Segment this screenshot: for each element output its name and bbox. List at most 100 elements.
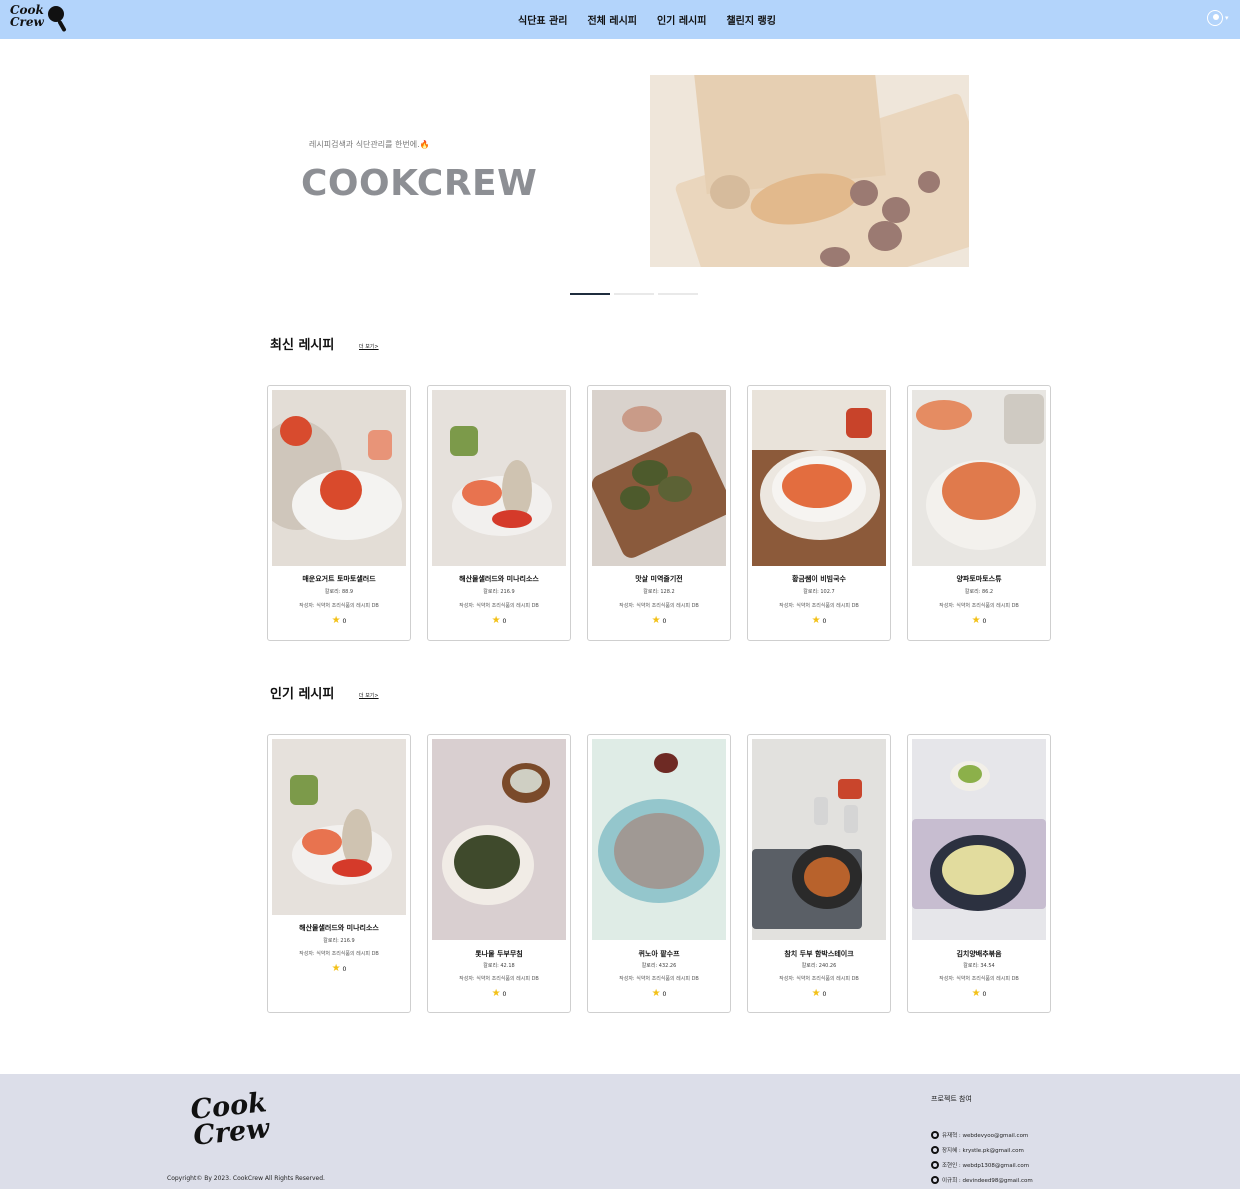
noodle-shape [782, 464, 852, 508]
recipe-rating: ★ 0 [651, 615, 667, 626]
github-icon [931, 1160, 939, 1169]
steak-shape [804, 857, 850, 897]
latest-recipe-list: 매운요거트 토마토샐러드 칼로리: 88.9 작성자: 식약처 조리식품의 레시… [267, 385, 1051, 641]
recipe-calories: 칼로리: 128.2 [643, 589, 675, 595]
recipe-card[interactable]: 매운요거트 토마토샐러드 칼로리: 88.9 작성자: 식약처 조리식품의 레시… [267, 385, 411, 641]
recipe-calories: 칼로리: 34.54 [963, 963, 995, 969]
tofu-seaweed-shape [454, 835, 520, 889]
recipe-thumbnail [752, 739, 886, 940]
recipe-card[interactable]: 톳나물 두부무침 칼로리: 42.18 작성자: 식약처 조리식품의 레시피 D… [427, 734, 571, 1013]
recipe-card[interactable]: 김치양배추볶음 칼로리: 34.54 작성자: 식약처 조리식품의 레시피 DB… [907, 734, 1051, 1013]
recipe-card[interactable]: 양파토마토스튜 칼로리: 86.2 작성자: 식약처 조리식품의 레시피 DB … [907, 385, 1051, 641]
member-link[interactable]: 조현인 : webdp1308@gmail.com [931, 1157, 1033, 1172]
recipe-card[interactable]: 맛살 미역줄기전 칼로리: 128.2 작성자: 식약처 조리식품의 레시피 D… [587, 385, 731, 641]
recipe-author: 작성자: 식약처 조리식품의 레시피 DB [779, 976, 859, 982]
glass-shape [368, 430, 392, 460]
tomato-shape [332, 859, 372, 877]
menu-meal-plan[interactable]: 식단표 관리 [518, 12, 567, 27]
menu-all-recipes[interactable]: 전체 레시피 [587, 12, 636, 27]
chestnut-shape [882, 197, 910, 223]
pancake-shape [658, 476, 692, 502]
recipe-thumbnail [912, 390, 1046, 566]
recipe-name: 황금쌤이 비빔국수 [792, 575, 846, 583]
recipe-calories: 칼로리: 240.26 [801, 963, 837, 969]
recipe-calories: 칼로리: 216.9 [323, 938, 355, 944]
shrimp-shape [302, 829, 342, 855]
salt-shaker-shape [814, 797, 828, 825]
carousel-dot-3[interactable] [658, 293, 698, 295]
github-icon [931, 1175, 939, 1184]
recipe-name: 해산물샐러드와 미나리소스 [299, 924, 379, 932]
star-icon: ★ [971, 615, 981, 626]
recipe-thumbnail [592, 739, 726, 940]
recipe-author: 작성자: 식약처 조리식품의 레시피 DB [619, 603, 699, 609]
user-circle-icon [1207, 10, 1223, 26]
recipe-rating: ★ 0 [331, 963, 347, 974]
star-icon: ★ [811, 988, 821, 999]
pepper-shaker-shape [844, 805, 858, 833]
recipe-thumbnail [432, 390, 566, 566]
star-icon: ★ [331, 963, 341, 974]
carousel-dot-1[interactable] [570, 293, 610, 295]
soup-shape [614, 813, 704, 889]
recipe-thumbnail [752, 390, 886, 566]
copyright-text: Copyright© By 2023. CookCrew All Rights … [167, 1175, 325, 1182]
recipe-calories: 칼로리: 86.2 [964, 589, 994, 595]
cookcrew-logo[interactable]: Cook Crew [10, 4, 68, 34]
recipe-thumbnail [912, 739, 1046, 940]
recipe-card[interactable]: 퀴노아 팥수프 칼로리: 432.26 작성자: 식약처 조리식품의 레시피 D… [587, 734, 731, 1013]
member-link[interactable]: 이규희 : devindeed98@gmail.com [931, 1172, 1033, 1187]
latest-recipes-title: 최신 레시피 [270, 338, 335, 353]
recipe-rating: ★ 0 [331, 615, 347, 626]
project-members-title: 프로젝트 참여 [931, 1095, 972, 1103]
recipe-name: 양파토마토스튜 [956, 575, 1002, 583]
star-icon: ★ [811, 615, 821, 626]
github-icon [931, 1130, 939, 1139]
bread-shape [710, 175, 750, 209]
recipe-thumbnail [432, 739, 566, 940]
footer-logo: Cook Crew [189, 1087, 271, 1152]
menu-popular-recipes[interactable]: 인기 레시피 [657, 12, 706, 27]
member-link[interactable]: 유재혁 : webdevyoo@gmail.com [931, 1127, 1033, 1142]
star-icon: ★ [491, 988, 501, 999]
star-icon: ★ [491, 615, 501, 626]
recipe-rating: ★ 0 [651, 988, 667, 999]
footer: Cook Crew Copyright© By 2023. CookCrew A… [0, 1074, 1240, 1189]
star-icon: ★ [331, 615, 341, 626]
tomato-shape [320, 470, 362, 510]
popular-more-link[interactable]: 더 보기> [359, 692, 379, 699]
top-navbar: Cook Crew 식단표 관리 전체 레시피 인기 레시피 챌린지 랭킹 ▾ [0, 0, 1240, 39]
recipe-author: 작성자: 식약처 조리식품의 레시피 DB [299, 603, 379, 609]
recipe-author: 작성자: 식약처 조리식품의 레시피 DB [619, 976, 699, 982]
recipe-thumbnail [592, 390, 726, 566]
tomato-shape [280, 416, 312, 446]
star-icon: ★ [651, 988, 661, 999]
recipe-rating: ★ 0 [971, 988, 987, 999]
pancake-shape [620, 486, 650, 510]
latest-more-link[interactable]: 더 보기> [359, 343, 379, 350]
chestnut-shape [820, 247, 850, 267]
carousel-indicators [570, 293, 698, 295]
bean-bowl-shape [654, 753, 678, 773]
user-head-icon [1213, 14, 1219, 20]
member-link[interactable]: 장지혜 : krystle.pk@gmail.com [931, 1142, 1033, 1157]
menu-challenge-ranking[interactable]: 챌린지 랭킹 [726, 12, 775, 27]
recipe-card[interactable]: 해산물샐러드와 미나리소스 칼로리: 216.9 작성자: 식약처 조리식품의 … [427, 385, 571, 641]
recipe-name: 퀴노아 팥수프 [638, 950, 680, 958]
recipe-card[interactable]: 해산물샐러드와 미나리소스 칼로리: 216.9 작성자: 식약처 조리식품의 … [267, 734, 411, 1013]
chestnut-shape [918, 171, 940, 193]
logo-text: Cook Crew [10, 3, 44, 29]
small-bowl-food-shape [510, 769, 542, 793]
user-menu-button[interactable]: ▾ [1207, 10, 1231, 28]
recipe-card[interactable]: 참치 두부 함박스테이크 칼로리: 240.26 작성자: 식약처 조리식품의 … [747, 734, 891, 1013]
popular-recipe-list: 해산물샐러드와 미나리소스 칼로리: 216.9 작성자: 식약처 조리식품의 … [267, 734, 1051, 1013]
hero-subtitle: 레시피검색과 식단관리를 한번에.🔥 [309, 140, 430, 149]
shrimp-shape [462, 480, 502, 506]
recipe-card[interactable]: 황금쌤이 비빔국수 칼로리: 102.7 작성자: 식약처 조리식품의 레시피 … [747, 385, 891, 641]
sauce-cup-shape [838, 779, 862, 799]
recipe-rating: ★ 0 [811, 988, 827, 999]
carousel-dot-2[interactable] [614, 293, 654, 295]
sauce-jar-shape [846, 408, 872, 438]
recipe-name: 맛살 미역줄기전 [635, 575, 683, 583]
recipe-rating: ★ 0 [971, 615, 987, 626]
